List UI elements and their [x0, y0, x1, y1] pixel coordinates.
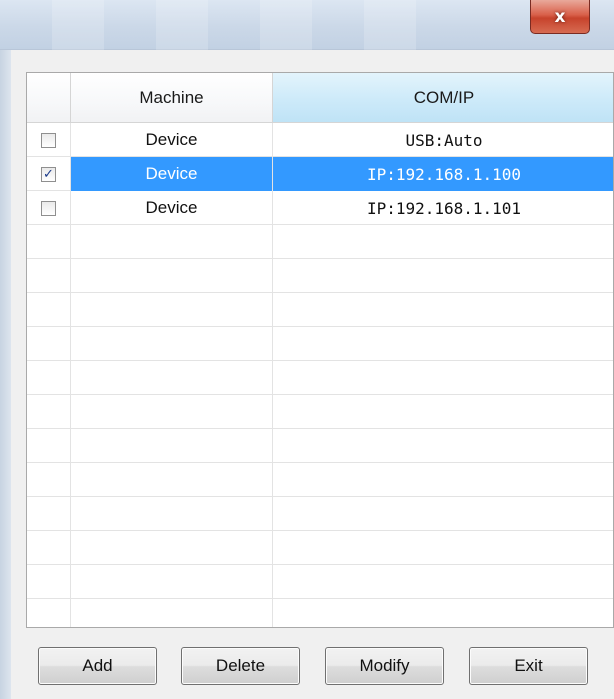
machine-grid[interactable]: Machine COM/IP Device USB:Auto ✓ Device …: [26, 72, 614, 628]
empty-cell: [273, 497, 613, 531]
empty-cell: [27, 225, 71, 259]
empty-cell: [273, 565, 613, 599]
grid-body: Device USB:Auto ✓ Device IP:192.168.1.10…: [27, 123, 613, 627]
checkmark-icon: ✓: [43, 166, 54, 182]
empty-cell: [71, 429, 273, 463]
table-row[interactable]: Device USB:Auto: [27, 123, 613, 157]
window-titlebar: x: [0, 0, 614, 50]
empty-cell: [71, 327, 273, 361]
empty-row: [27, 497, 613, 531]
empty-cell: [27, 361, 71, 395]
empty-cell: [27, 293, 71, 327]
empty-row: [27, 327, 613, 361]
window-left-border: [0, 50, 11, 699]
titlebar-glass-band: [156, 0, 208, 50]
row-checkbox[interactable]: [41, 200, 56, 216]
empty-cell: [27, 327, 71, 361]
empty-cell: [27, 395, 71, 429]
empty-cell: [71, 225, 273, 259]
empty-cell: [71, 565, 273, 599]
header-check-column[interactable]: [27, 73, 71, 123]
row-check-cell: ✓: [27, 157, 71, 191]
titlebar-glass-band: [52, 0, 104, 50]
empty-cell: [273, 429, 613, 463]
empty-cell: [273, 225, 613, 259]
empty-cell: [273, 463, 613, 497]
row-checkbox[interactable]: [41, 132, 56, 148]
empty-cell: [27, 497, 71, 531]
table-row[interactable]: ✓ Device IP:192.168.1.100: [27, 157, 613, 191]
empty-row: [27, 463, 613, 497]
empty-row: [27, 395, 613, 429]
empty-cell: [273, 531, 613, 565]
close-icon: x: [554, 6, 566, 27]
empty-row: [27, 293, 613, 327]
empty-cell: [71, 361, 273, 395]
titlebar-glass-band: [364, 0, 416, 50]
delete-button[interactable]: Delete: [181, 647, 300, 685]
empty-row: [27, 531, 613, 565]
com-ip-cell: USB:Auto: [405, 130, 483, 150]
row-checkbox[interactable]: ✓: [41, 166, 56, 182]
empty-cell: [71, 259, 273, 293]
empty-cell: [27, 565, 71, 599]
empty-cell: [273, 293, 613, 327]
empty-row: [27, 259, 613, 293]
empty-cell: [273, 259, 613, 293]
empty-cell: [71, 497, 273, 531]
empty-cell: [273, 361, 613, 395]
empty-cell: [71, 395, 273, 429]
row-check-cell: [27, 191, 71, 225]
header-machine[interactable]: Machine: [71, 73, 273, 123]
empty-row: [27, 599, 613, 627]
empty-cell: [71, 463, 273, 497]
empty-cell: [273, 395, 613, 429]
row-check-cell: [27, 123, 71, 157]
empty-cell: [27, 531, 71, 565]
exit-button[interactable]: Exit: [469, 647, 588, 685]
empty-row: [27, 565, 613, 599]
machine-cell: Device: [71, 191, 273, 225]
com-ip-cell: IP:192.168.1.100: [273, 157, 613, 191]
empty-row: [27, 361, 613, 395]
add-button[interactable]: Add: [38, 647, 157, 685]
table-row[interactable]: Device IP:192.168.1.101: [27, 191, 613, 225]
machine-cell: Device: [71, 123, 273, 157]
empty-cell: [27, 599, 71, 627]
modify-button[interactable]: Modify: [325, 647, 444, 685]
empty-cell: [27, 463, 71, 497]
empty-row: [27, 225, 613, 259]
machine-cell: Device: [71, 157, 273, 191]
empty-cell: [71, 293, 273, 327]
empty-cell: [273, 599, 613, 627]
empty-cell: [27, 259, 71, 293]
empty-cell: [71, 599, 273, 627]
empty-row: [27, 429, 613, 463]
grid-header: Machine COM/IP: [27, 73, 613, 123]
empty-cell: [27, 429, 71, 463]
com-ip-cell: IP:192.168.1.101: [366, 198, 522, 218]
button-bar: Add Delete Modify Exit: [38, 647, 608, 685]
close-button[interactable]: x: [530, 0, 590, 34]
empty-cell: [273, 327, 613, 361]
titlebar-glass-band: [260, 0, 312, 50]
header-com-ip[interactable]: COM/IP: [273, 73, 613, 123]
empty-cell: [71, 531, 273, 565]
